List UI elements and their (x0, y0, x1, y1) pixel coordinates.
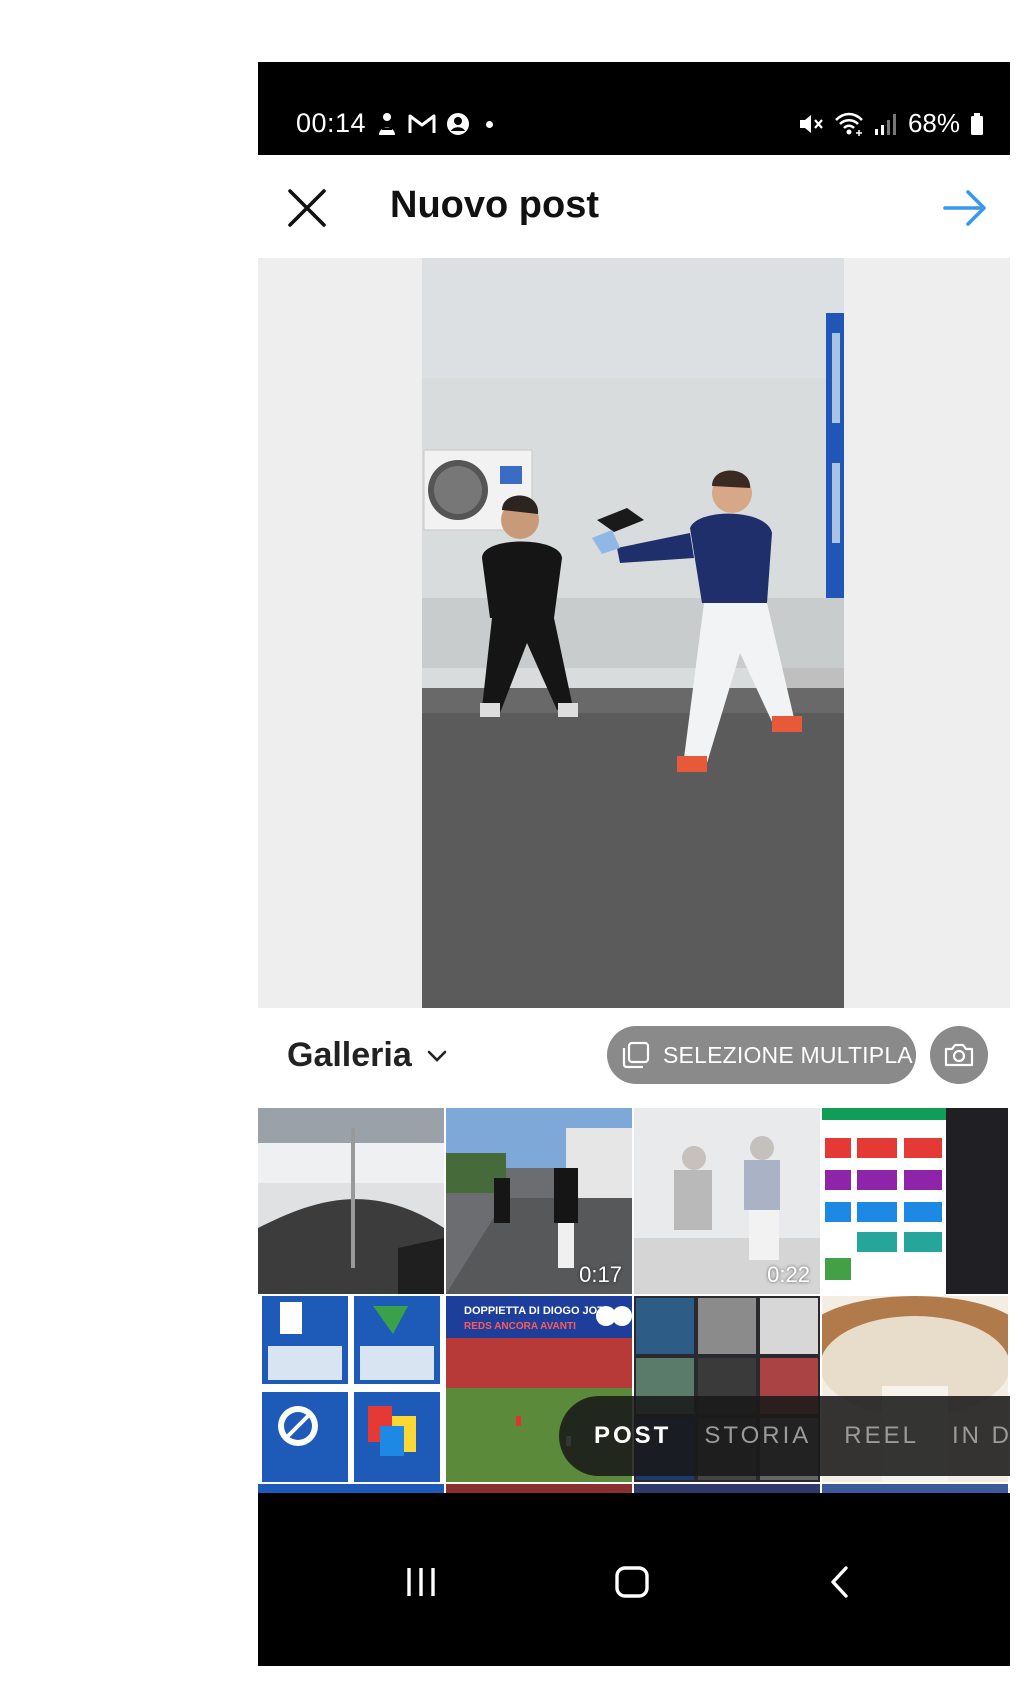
app-notification-icon (379, 113, 395, 135)
back-icon[interactable] (828, 1565, 852, 1599)
video-duration: 0:17 (579, 1262, 622, 1287)
arrow-right-icon[interactable] (942, 187, 988, 229)
account-icon (447, 113, 469, 135)
mode-switcher: POST STORIA REEL IN DIRETTA (559, 1396, 1010, 1476)
grid-thumbnail (258, 1108, 444, 1294)
video-duration: 0:22 (767, 1262, 810, 1287)
page-title: Nuovo post (390, 184, 599, 226)
grid-item[interactable] (822, 1484, 1008, 1493)
mode-story[interactable]: STORIA (704, 1422, 811, 1450)
grid-item[interactable]: 0:17 (446, 1108, 632, 1294)
multi-select-icon (622, 1041, 650, 1069)
home-icon[interactable] (614, 1565, 650, 1599)
news-headline: DOPPIETTA DI DIOGO JOTA (464, 1305, 611, 1317)
battery-icon (971, 112, 983, 135)
grid-item[interactable] (446, 1484, 632, 1493)
album-dropdown[interactable]: Galleria (287, 1036, 448, 1075)
status-bar: 00:14 68% (258, 62, 1010, 155)
grid-item[interactable] (258, 1296, 444, 1482)
multi-select-button[interactable]: SELEZIONE MULTIPLA (607, 1026, 916, 1084)
grid-item[interactable]: 0:22 (634, 1108, 820, 1294)
chevron-down-icon (427, 1050, 447, 1062)
multi-select-label: SELEZIONE MULTIPLA (663, 1041, 913, 1068)
camera-icon (944, 1043, 974, 1067)
dot-icon (486, 120, 493, 128)
mode-reel[interactable]: REEL (844, 1422, 919, 1450)
grid-item[interactable] (822, 1108, 1008, 1294)
news-subline: REDS ANCORA AVANTI (464, 1321, 576, 1332)
grid-item[interactable] (258, 1108, 444, 1294)
status-time: 00:14 (296, 108, 367, 138)
mute-icon (799, 114, 823, 133)
gallery-bar: Galleria SELEZIONE MULTIPLA (258, 1008, 1010, 1108)
mode-live[interactable]: IN DIRETTA (952, 1422, 1010, 1450)
battery-percent: 68% (907, 108, 960, 138)
grid-item[interactable] (634, 1484, 820, 1493)
recents-icon[interactable] (405, 1565, 437, 1599)
mode-post[interactable]: POST (594, 1422, 671, 1450)
signal-icon (874, 113, 896, 135)
album-label: Galleria (287, 1036, 412, 1074)
grid-thumbnail (258, 1296, 444, 1482)
grid-item[interactable] (258, 1484, 444, 1493)
camera-button[interactable] (930, 1026, 988, 1084)
system-nav-bar (258, 1493, 1010, 1666)
close-icon[interactable] (284, 185, 330, 231)
status-right-icons: 68% (798, 108, 984, 139)
gmail-icon (408, 114, 436, 133)
phone-screen: 00:14 68% Nuovo post Galleria SELEZIONE … (258, 62, 1010, 1666)
media-preview (258, 258, 1010, 1008)
wifi-icon (835, 112, 863, 136)
grid-thumbnail (822, 1108, 1008, 1294)
status-left-icons (376, 111, 493, 137)
preview-photo[interactable] (422, 258, 844, 1008)
